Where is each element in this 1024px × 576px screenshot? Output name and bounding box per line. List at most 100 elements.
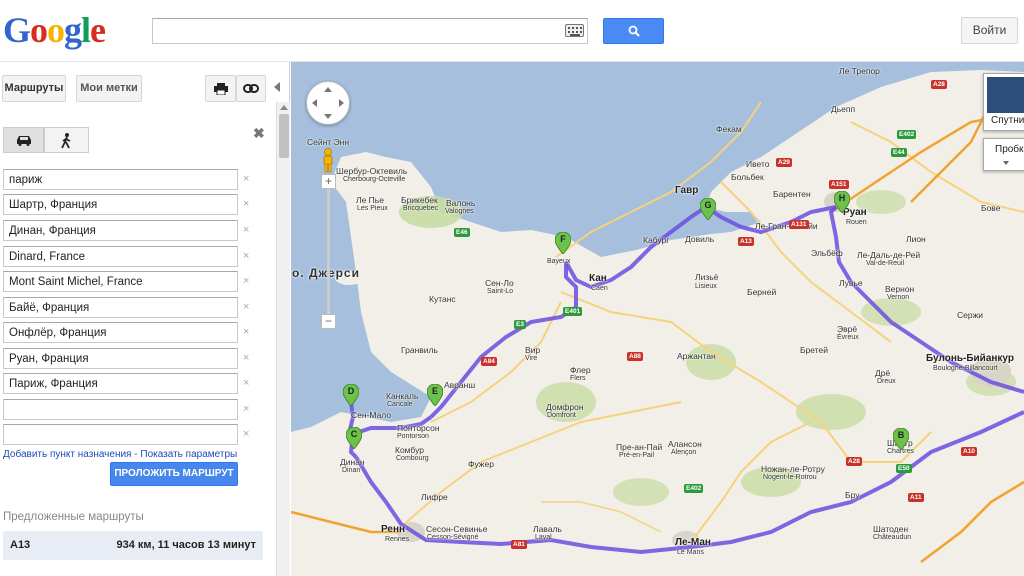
mode-walk-button[interactable] bbox=[44, 127, 89, 153]
destination-input[interactable] bbox=[3, 373, 238, 394]
pan-control[interactable] bbox=[306, 81, 350, 125]
place-label: Лион bbox=[906, 234, 926, 244]
satellite-thumbnail bbox=[987, 77, 1024, 113]
route-marker[interactable]: H bbox=[834, 191, 850, 213]
place-label: Дрё bbox=[875, 368, 891, 378]
chevron-down-icon bbox=[1003, 161, 1009, 165]
satellite-view-button[interactable]: Спутник bbox=[983, 73, 1024, 131]
route-marker[interactable]: C bbox=[346, 427, 362, 449]
place-label: Val-de-Reuil bbox=[866, 260, 904, 267]
google-logo[interactable]: Google bbox=[3, 10, 106, 50]
destination-input[interactable] bbox=[3, 297, 238, 318]
map-canvas[interactable]: Ле Трепор Дьепп Фекам Сейнт Энн Шербур-О… bbox=[291, 62, 1024, 576]
search-button[interactable] bbox=[603, 18, 664, 44]
route-marker[interactable]: E bbox=[427, 384, 443, 406]
road-shield: A13 bbox=[738, 237, 754, 246]
tab-my-maps[interactable]: Мои метки bbox=[76, 75, 142, 102]
destination-input[interactable] bbox=[3, 322, 238, 343]
place-label: Вир bbox=[525, 345, 541, 355]
route-marker[interactable]: G bbox=[700, 198, 716, 220]
place-label: Гавр bbox=[675, 185, 699, 196]
remove-destination-icon[interactable]: × bbox=[243, 224, 249, 236]
remove-destination-icon[interactable]: × bbox=[243, 173, 249, 185]
route-marker[interactable]: D bbox=[343, 384, 359, 406]
destination-input[interactable] bbox=[3, 194, 238, 215]
route-marker[interactable]: F bbox=[555, 232, 571, 254]
place-label: Аржантан bbox=[677, 351, 716, 361]
place-label: Lisieux bbox=[695, 283, 717, 290]
road-shield: A88 bbox=[627, 352, 643, 361]
destination-input[interactable] bbox=[3, 246, 238, 267]
destination-input[interactable] bbox=[3, 348, 238, 369]
place-label: Laval bbox=[535, 534, 552, 541]
link-button[interactable] bbox=[236, 75, 266, 102]
close-directions-icon[interactable]: ✖ bbox=[253, 125, 265, 142]
add-destination-link[interactable]: Добавить пункт назначения bbox=[3, 449, 131, 460]
place-label: Брикебек bbox=[401, 195, 438, 205]
scroll-thumb[interactable] bbox=[279, 114, 289, 158]
place-label: Лифре bbox=[421, 492, 448, 502]
remove-destination-icon[interactable]: × bbox=[243, 275, 249, 287]
get-directions-button[interactable]: ПРОЛОЖИТЬ МАРШРУТ bbox=[110, 462, 238, 486]
mode-car-button[interactable] bbox=[3, 127, 44, 153]
login-button[interactable]: Войти bbox=[961, 17, 1018, 44]
remove-destination-icon[interactable]: × bbox=[243, 377, 249, 389]
zoom-out-button[interactable]: − bbox=[321, 314, 336, 329]
pegman-icon[interactable] bbox=[320, 148, 336, 174]
destination-input[interactable] bbox=[3, 271, 238, 292]
place-label: Эврё bbox=[837, 324, 858, 334]
place-label: Vernon bbox=[887, 294, 910, 301]
place-label: Сержи bbox=[957, 310, 984, 320]
destination-input[interactable] bbox=[3, 399, 238, 420]
panel-scrollbar[interactable] bbox=[276, 102, 290, 576]
place-label: Combourg bbox=[396, 455, 429, 462]
keyboard-icon[interactable] bbox=[565, 24, 584, 37]
destination-input[interactable] bbox=[3, 424, 238, 445]
car-icon bbox=[17, 136, 31, 146]
place-label: Алансон bbox=[668, 439, 702, 449]
collapse-panel-icon[interactable] bbox=[274, 82, 280, 92]
header: Google Войти bbox=[0, 0, 1024, 62]
remove-destination-icon[interactable]: × bbox=[243, 326, 249, 338]
place-label: Bayeux bbox=[547, 258, 571, 265]
search-input[interactable] bbox=[152, 18, 588, 44]
remove-destination-icon[interactable]: × bbox=[243, 301, 249, 313]
route-marker[interactable]: B bbox=[893, 428, 909, 450]
place-label: Ле Пье bbox=[356, 195, 384, 205]
place-label: Rennes bbox=[385, 536, 410, 543]
place-label: Сен-Мало bbox=[351, 410, 392, 420]
place-label: Сесон-Севинье bbox=[426, 524, 488, 534]
road-shield: A131 bbox=[789, 220, 809, 229]
remove-destination-icon[interactable]: × bbox=[243, 352, 249, 364]
tab-routes[interactable]: Маршруты bbox=[2, 75, 66, 102]
place-label: Бове bbox=[981, 203, 1001, 213]
place-label: о. Джерси bbox=[292, 266, 360, 280]
place-label: Авранш bbox=[444, 380, 476, 390]
place-label: Шатоден bbox=[873, 524, 909, 534]
place-label: Домфрон bbox=[546, 402, 584, 412]
place-label: Bricquebec bbox=[403, 205, 439, 212]
place-label: Caen bbox=[591, 285, 608, 292]
place-label: Le Mans bbox=[677, 549, 704, 556]
place-label: Rouen bbox=[846, 219, 867, 226]
show-options-link[interactable]: Показать параметры bbox=[140, 449, 237, 460]
remove-destination-icon[interactable]: × bbox=[243, 250, 249, 262]
place-label: Pontorson bbox=[397, 433, 429, 440]
print-button[interactable] bbox=[205, 75, 236, 102]
traffic-button[interactable]: Пробки bbox=[983, 138, 1024, 171]
destination-input[interactable] bbox=[3, 220, 238, 241]
place-label: Довиль bbox=[685, 234, 715, 244]
place-label: Бру bbox=[845, 490, 860, 500]
place-label: Канкаль bbox=[386, 391, 419, 401]
scroll-up-arrow-icon[interactable] bbox=[280, 105, 288, 110]
route-option[interactable]: A13 934 км, 11 часов 13 минут bbox=[3, 531, 263, 560]
zoom-in-button[interactable]: + bbox=[321, 174, 336, 189]
suggested-routes-title: Предложенные маршруты bbox=[3, 511, 144, 523]
remove-destination-icon[interactable]: × bbox=[243, 403, 249, 415]
place-label: Dreux bbox=[877, 378, 896, 385]
place-label: Ле-Даль-де-Рей bbox=[857, 250, 921, 260]
zoom-slider-track[interactable] bbox=[327, 189, 330, 315]
remove-destination-icon[interactable]: × bbox=[243, 428, 249, 440]
destination-input[interactable] bbox=[3, 169, 238, 190]
remove-destination-icon[interactable]: × bbox=[243, 198, 249, 210]
